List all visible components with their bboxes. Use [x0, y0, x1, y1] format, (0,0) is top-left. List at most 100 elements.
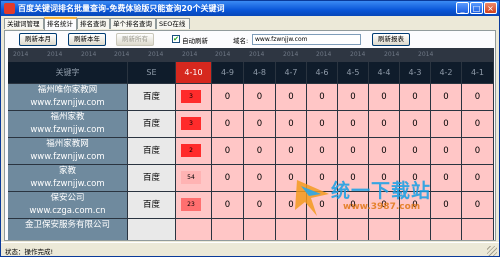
keyword-cell[interactable]: 金卫保安服务有限公司 [8, 219, 128, 240]
rank-history-cell: 0 [276, 165, 307, 192]
rank-history-cell: 0 [338, 111, 369, 138]
year-label[interactable]: 2014 [283, 50, 298, 60]
rank-history-cell: 0 [307, 165, 338, 192]
refresh-report-button[interactable]: 刷新报表 [372, 33, 410, 46]
search-engine-cell: 百度 [128, 84, 176, 111]
year-bar: 2014 2014 2014 2014 2014 2014 2014 2014 2014 2014… [8, 48, 494, 62]
minimize-button[interactable]: _ [456, 2, 469, 14]
maximize-button[interactable]: □ [470, 2, 483, 14]
year-label[interactable]: 2014 [13, 50, 28, 60]
keyword-cell[interactable]: 福州唯你家教网 www.fzwnjjw.com [8, 84, 128, 111]
rank-cell: 2 [176, 138, 212, 165]
column-header[interactable]: 4-9 [212, 62, 244, 84]
column-header[interactable]: 4-1 [462, 62, 494, 84]
rank-history-cell [338, 219, 369, 240]
rank-grid: 关键字 SE 4-10 4-9 4-8 4-7 4-6 4-5 4-4 4-3 4-2 4-1 福州唯你… [8, 62, 494, 240]
close-button[interactable]: × [484, 2, 497, 14]
keyword-url: www.fzwnjjw.com [30, 151, 105, 162]
year-label[interactable]: 2014 [148, 50, 163, 60]
rank-history-cell: 0 [212, 165, 244, 192]
year-label[interactable]: 2014 [215, 50, 230, 60]
rank-history-cell [400, 219, 431, 240]
rank-stats-panel: 2014 2014 2014 2014 2014 2014 2014 2014 2014 2014… [4, 48, 496, 241]
rank-history-cell: 0 [369, 111, 400, 138]
tab-seo-online[interactable]: SEO在线 [156, 18, 190, 29]
rank-history-cell: 0 [369, 165, 400, 192]
rank-history-cell: 0 [212, 138, 244, 165]
rank-history-cell: 0 [307, 84, 338, 111]
rank-history-cell [212, 219, 244, 240]
rank-history-cell: 0 [338, 84, 369, 111]
rank-history-cell: 0 [400, 165, 431, 192]
keyword-cell[interactable]: 福州家教 www.fzwnjjw.com [8, 111, 128, 138]
column-header[interactable]: 4-4 [369, 62, 400, 84]
rank-history-cell: 0 [212, 192, 244, 219]
year-label[interactable]: 2014 [182, 50, 197, 60]
rank-history-cell: 0 [400, 192, 431, 219]
rank-history-cell: 0 [462, 165, 494, 192]
rank-history-cell: 0 [369, 192, 400, 219]
keyword-url: www.czga.com.cn [29, 205, 106, 216]
column-header[interactable]: 4-7 [276, 62, 307, 84]
column-header[interactable]: 4-5 [338, 62, 369, 84]
year-label[interactable]: 2014 [47, 50, 62, 60]
year-label[interactable]: 2014 [249, 50, 264, 60]
keyword-text: 金卫保安服务有限公司 [24, 220, 110, 230]
tab-single-rank-query[interactable]: 单个排名查询 [110, 18, 156, 29]
column-header[interactable]: 4-6 [307, 62, 338, 84]
refresh-all-button[interactable]: 刷新所有 [116, 33, 154, 46]
rank-history-cell [369, 219, 400, 240]
year-label[interactable]: 2014 [350, 50, 365, 60]
keyword-text: 家教 [58, 166, 76, 176]
rank-history-cell: 0 [244, 138, 276, 165]
rank-history-cell: 0 [276, 84, 307, 111]
column-header[interactable]: 4-8 [244, 62, 276, 84]
rank-value: 23 [181, 198, 201, 211]
rank-cell: 54 [176, 165, 212, 192]
rank-history-cell: 0 [462, 192, 494, 219]
rank-history-cell: 0 [462, 84, 494, 111]
rank-history-cell: 0 [244, 111, 276, 138]
year-label[interactable]: 2014 [81, 50, 96, 60]
tab-keyword-manage[interactable]: 关键词管理 [4, 18, 44, 29]
year-label[interactable]: 2014 [316, 50, 331, 60]
year-label[interactable]: 2014 [114, 50, 129, 60]
rank-history-cell: 0 [369, 84, 400, 111]
auto-refresh-checkbox[interactable]: ✔ [172, 35, 180, 43]
rank-cell: 3 [176, 84, 212, 111]
rank-history-cell [244, 219, 276, 240]
year-label[interactable]: 2014 [384, 50, 399, 60]
rank-cell: 3 [176, 111, 212, 138]
rank-history-cell [462, 219, 494, 240]
rank-cell [176, 219, 212, 240]
tab-rank-query[interactable]: 排名查询 [77, 18, 110, 29]
rank-history-cell: 0 [338, 192, 369, 219]
rank-history-cell: 0 [431, 165, 462, 192]
column-header[interactable]: 4-2 [431, 62, 462, 84]
rank-history-cell: 0 [462, 138, 494, 165]
column-header[interactable]: 关键字 [8, 62, 128, 84]
rank-history-cell: 0 [462, 111, 494, 138]
keyword-text: 福州家教 [50, 112, 85, 122]
search-engine-cell: 百度 [128, 165, 176, 192]
app-icon [4, 3, 15, 14]
resize-grip-icon[interactable] [487, 246, 497, 256]
rank-history-cell: 0 [431, 138, 462, 165]
rank-value: 2 [181, 144, 201, 157]
refresh-year-button[interactable]: 刷新本年 [68, 33, 106, 46]
column-header[interactable]: 4-10 [176, 62, 212, 84]
keyword-cell[interactable]: 福州家教网 www.fzwnjjw.com [8, 138, 128, 165]
year-label[interactable]: 2014 [418, 50, 433, 60]
rank-history-cell: 0 [431, 111, 462, 138]
refresh-month-button[interactable]: 刷新本月 [19, 33, 57, 46]
keyword-cell[interactable]: 家教 www.fzwnjjw.com [8, 165, 128, 192]
rank-history-cell: 0 [212, 84, 244, 111]
column-header[interactable]: SE [128, 62, 176, 84]
keyword-cell[interactable]: 保安公司 www.czga.com.cn [8, 192, 128, 219]
search-engine-cell [128, 219, 176, 240]
tab-rank-stats[interactable]: 排名统计 [44, 17, 77, 30]
column-header[interactable]: 4-3 [400, 62, 431, 84]
domain-input[interactable]: www.fzwnjjw.com [252, 34, 361, 45]
rank-history-cell: 0 [369, 138, 400, 165]
title-bar[interactable]: 百度关键词排名批量查询-免费体验版只能查询20个关键词 _ □ × [1, 1, 499, 16]
